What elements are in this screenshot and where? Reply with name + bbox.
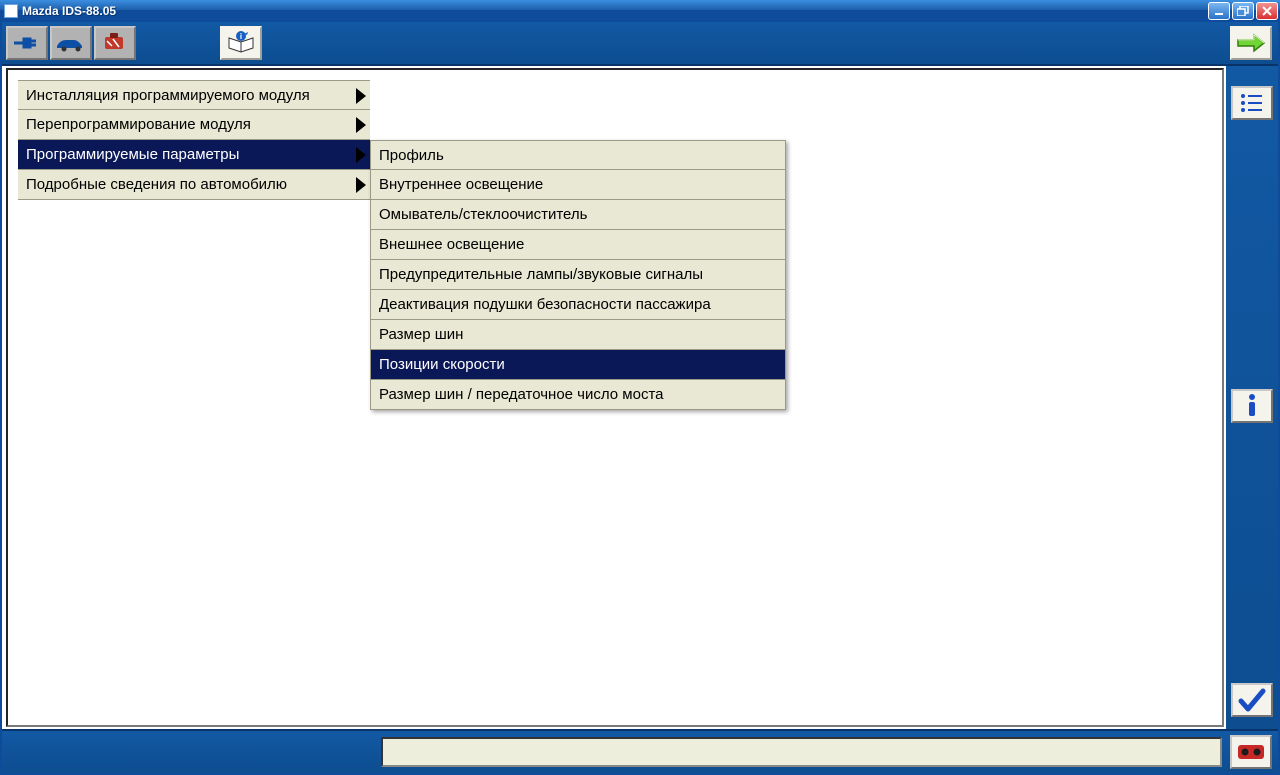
module-book-icon: i [226,30,256,56]
toolbar-btn-module-programming[interactable]: i [220,26,262,60]
main-row: Инсталляция программируемого модуля Пере… [2,66,1278,729]
submenu-arrow-icon [356,88,366,104]
menu1-item-vehicle-details[interactable]: Подробные сведения по автомобилю [18,170,370,200]
toolbar-left-group [6,26,138,60]
menu2-label: Омыватель/стеклоочиститель [379,206,587,223]
vehicle-icon [54,32,88,54]
menu2-label: Позиции скорости [379,356,505,373]
checkmark-icon [1238,687,1266,713]
menu2-item-speed-positions[interactable]: Позиции скорости [370,350,786,380]
menu1-label: Подробные сведения по автомобилю [26,176,287,193]
submenu-arrow-icon [356,147,366,163]
toolbar-btn-connector[interactable] [6,26,48,60]
menu2-label: Деактивация подушки безопасности пассажи… [379,296,711,313]
record-icon [1236,742,1266,762]
minimize-icon [1214,6,1224,16]
menu2-label: Профиль [379,147,444,164]
content-pane: Инсталляция программируемого модуля Пере… [6,68,1224,727]
menu2-item-profile[interactable]: Профиль [370,140,786,170]
toolbar-btn-proceed[interactable] [1230,26,1272,60]
menu1-item-install-module[interactable]: Инсталляция программируемого модуля [18,80,370,110]
menu2-item-exterior-lighting[interactable]: Внешнее освещение [370,230,786,260]
restore-button[interactable] [1232,2,1254,20]
close-button[interactable] [1256,2,1278,20]
menu2-label: Внешнее освещение [379,236,524,253]
connector-icon [12,32,42,54]
submenu-arrow-icon [356,117,366,133]
app-icon [4,4,18,18]
menu2-item-washer-wiper[interactable]: Омыватель/стеклоочиститель [370,200,786,230]
menu2-label: Размер шин / передаточное число моста [379,386,664,403]
menu2-item-airbag-deactivation[interactable]: Деактивация подушки безопасности пассажи… [370,290,786,320]
toolbar-btn-vehicle[interactable] [50,26,92,60]
proceed-arrow-icon [1234,30,1268,56]
menu2-label: Предупредительные лампы/звуковые сигналы [379,266,703,283]
menu1-label: Программируемые параметры [26,146,239,163]
status-bar [2,729,1278,773]
svg-text:i: i [240,32,242,41]
menu2-item-warning-lamps[interactable]: Предупредительные лампы/звуковые сигналы [370,260,786,290]
menu2-item-tire-size[interactable]: Размер шин [370,320,786,350]
right-rail [1226,66,1278,729]
info-icon [1242,393,1262,419]
menu-level-2: Профиль Внутреннее освещение Омыватель/с… [370,140,786,410]
menu1-item-reprogram-module[interactable]: Перепрограммирование модуля [18,110,370,140]
menu1-item-programmable-params[interactable]: Программируемые параметры [18,140,370,170]
menu-level-1: Инсталляция программируемого модуля Пере… [18,80,370,200]
tools-icon [101,31,129,55]
rail-btn-list[interactable] [1231,86,1273,120]
window-buttons [1208,2,1278,20]
titlebar: Mazda IDS-88.05 [0,0,1280,22]
toolbar: i [2,22,1278,66]
menu2-item-interior-lighting[interactable]: Внутреннее освещение [370,170,786,200]
close-icon [1262,6,1272,16]
menu2-label: Размер шин [379,326,463,343]
menu2-label: Внутреннее освещение [379,176,543,193]
menu1-label: Перепрограммирование модуля [26,116,251,133]
list-icon [1239,92,1265,114]
toolbar-btn-tools[interactable] [94,26,136,60]
app-frame: i Инсталляция программируемого модуля Пе… [0,22,1280,775]
status-message-field [381,737,1222,767]
restore-icon [1237,6,1249,16]
submenu-arrow-icon [356,177,366,193]
window-title: Mazda IDS-88.05 [22,4,116,18]
status-btn-record[interactable] [1230,735,1272,769]
rail-btn-confirm[interactable] [1231,683,1273,717]
menu1-label: Инсталляция программируемого модуля [26,87,310,104]
minimize-button[interactable] [1208,2,1230,20]
rail-btn-info[interactable] [1231,389,1273,423]
menu2-item-tire-axle-ratio[interactable]: Размер шин / передаточное число моста [370,380,786,410]
